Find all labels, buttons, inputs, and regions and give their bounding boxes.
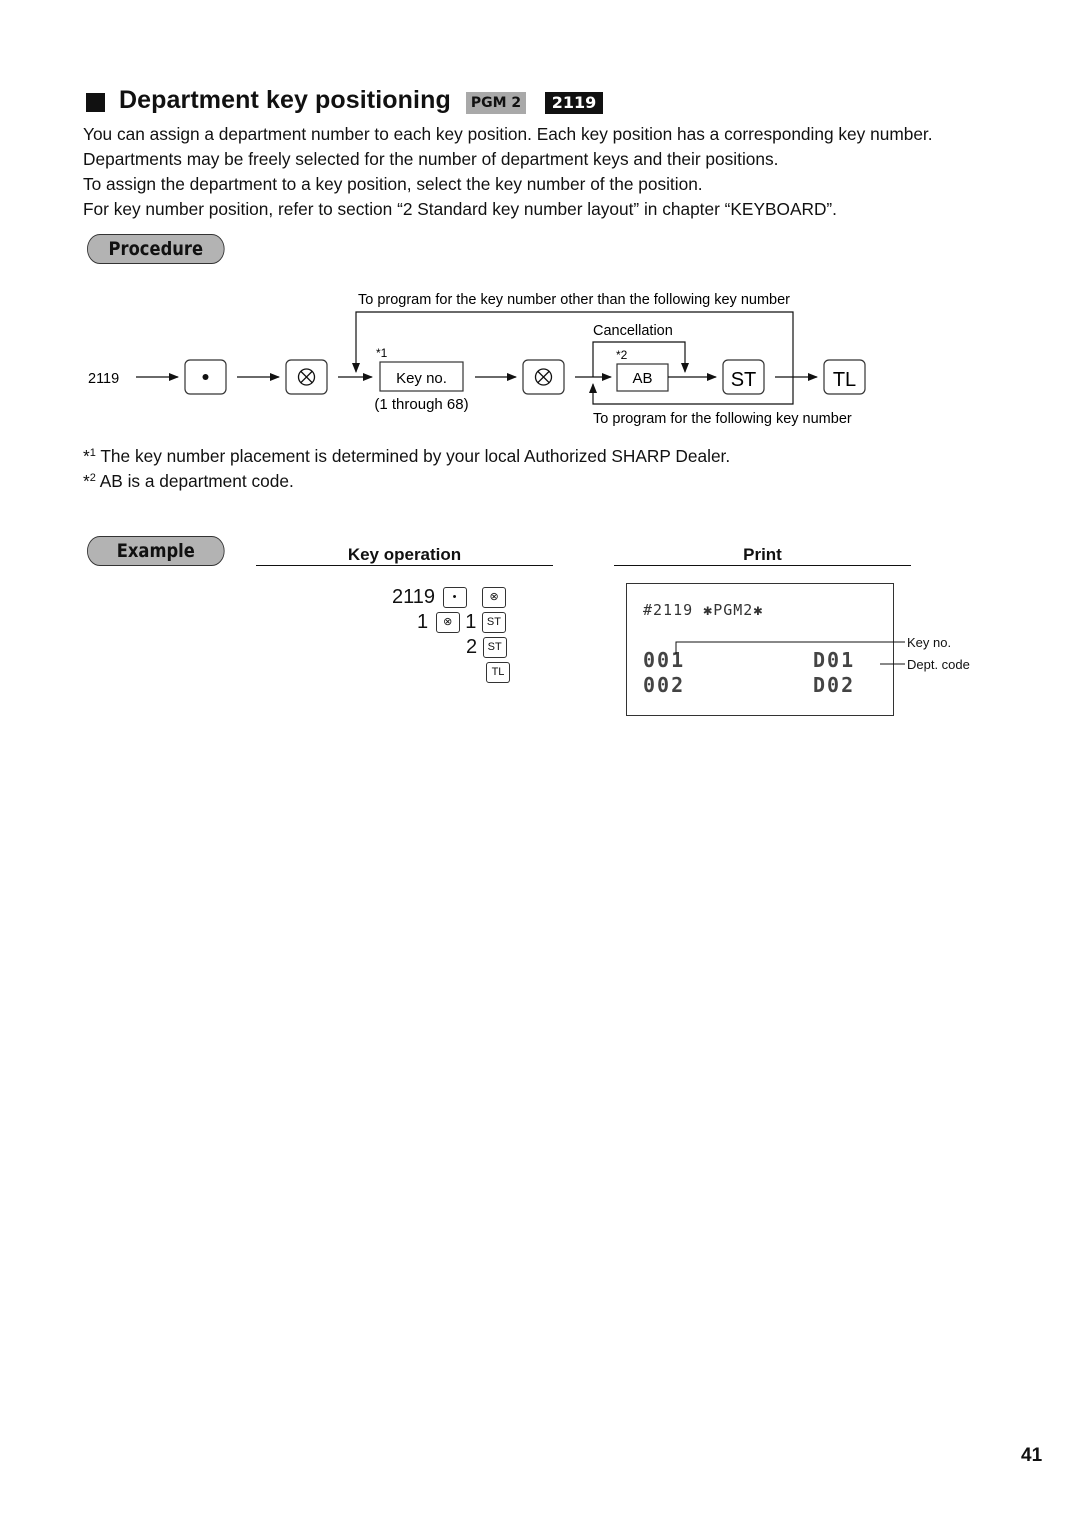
intro-line: Departments may be freely selected for t…	[83, 149, 779, 169]
start-code-label: 2119	[88, 371, 119, 387]
print-heading: Print	[743, 545, 782, 564]
subtotal-key-label: ST	[731, 369, 757, 391]
intro-line: For key number position, refer to sectio…	[83, 199, 837, 219]
procedure-heading: Procedure	[87, 234, 225, 264]
footnote-text: AB is a department code.	[99, 471, 294, 491]
multiply-key: ⊗	[435, 612, 460, 634]
subtotal-key: ST	[481, 612, 506, 634]
dept-code-annotation: Dept. code	[907, 657, 970, 672]
key-op-row-4: TL	[486, 661, 510, 684]
example-heading: Example	[87, 536, 225, 566]
key-op-number: 2119	[392, 586, 436, 608]
key-no-range: (1 through 68)	[374, 396, 468, 413]
job-code-badge: 2119	[545, 92, 603, 114]
receipt-header: #2119 ✱PGM2✱	[643, 601, 764, 619]
print-rule	[614, 565, 911, 566]
intro-paragraph: You can assign a department number to ea…	[83, 122, 933, 222]
total-key: TL	[486, 662, 510, 684]
procedure-heading-label: Procedure	[108, 238, 204, 260]
loop-top-label: To program for the key number other than…	[358, 292, 790, 308]
key-no-label: Key no.	[396, 370, 447, 387]
footnote-1: *1 The key number placement is determine…	[83, 446, 731, 466]
key-op-row-2: 1 ⊗ 1 ST	[417, 611, 506, 634]
key-operation-heading: Key operation	[347, 545, 462, 564]
intro-line: You can assign a department number to ea…	[83, 124, 933, 144]
example-heading-label: Example	[116, 540, 195, 562]
key-no-footnote-mark: *1	[376, 346, 388, 360]
key-operation-rule	[256, 565, 553, 566]
cancellation-label: Cancellation	[593, 323, 673, 339]
department-code-label: AB	[632, 370, 652, 387]
ab-footnote-mark: *2	[616, 348, 628, 362]
multiply-key: ⊗	[482, 587, 507, 609]
key-op-number: 2	[466, 636, 478, 658]
title-bullet-icon	[86, 93, 105, 112]
key-op-row-3: 2 ST	[466, 636, 507, 659]
key-op-number: 1	[465, 611, 477, 633]
footnote-mark: 1	[89, 447, 96, 459]
footnote-2: *2 AB is a department code.	[83, 471, 294, 491]
key-op-row-1: 2119 • ⊗	[392, 586, 507, 609]
key-op-number: 1	[417, 611, 429, 633]
total-key-label: TL	[833, 369, 856, 391]
intro-line: To assign the department to a key positi…	[83, 174, 703, 194]
procedure-flow-diagram: To program for the key number other than…	[88, 292, 866, 427]
loop-bottom-label: To program for the following key number	[593, 411, 852, 427]
page-title: Department key positioning	[119, 86, 451, 114]
subtotal-key: ST	[482, 637, 507, 659]
key-no-leader-line	[675, 641, 905, 654]
page-number: 41	[1021, 1445, 1043, 1466]
footnote-text: The key number placement is determined b…	[100, 446, 731, 466]
decimal-point-key: •	[442, 587, 467, 609]
decimal-dot-icon	[202, 374, 209, 380]
receipt-annotation-lines	[675, 641, 905, 665]
mode-badge: PGM 2	[466, 92, 526, 114]
footnote-mark: 2	[89, 472, 96, 484]
key-no-annotation: Key no.	[907, 635, 952, 650]
